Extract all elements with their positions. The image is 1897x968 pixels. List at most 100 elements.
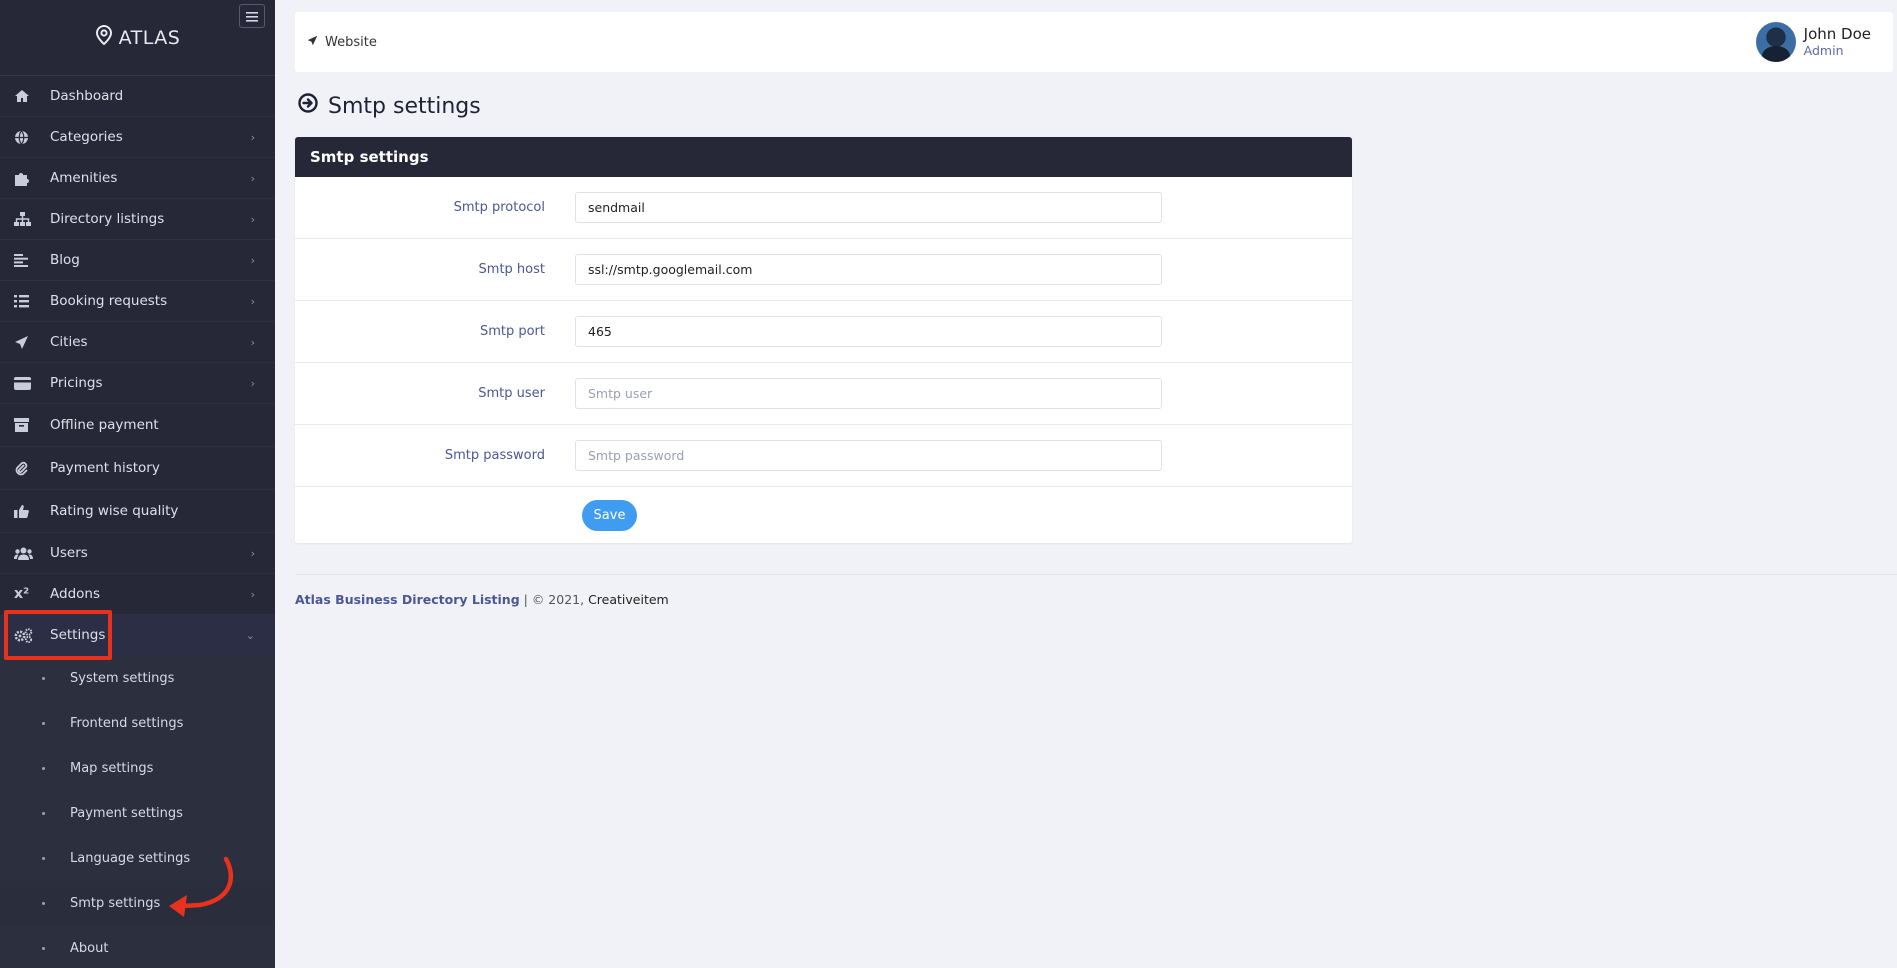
chevron-right-icon: › xyxy=(250,131,255,144)
smtp-password-input[interactable] xyxy=(575,440,1162,471)
sidebar-item-label: Blog xyxy=(50,252,80,268)
sidebar-item-dashboard[interactable]: Dashboard xyxy=(0,76,275,117)
sidebar-item-amenities[interactable]: Amenities › xyxy=(0,158,275,199)
sidebar-item-label: Categories xyxy=(50,129,123,145)
sidebar-item-label: Directory listings xyxy=(50,211,165,227)
smtp-settings-card: Smtp settings Smtp protocol Smtp host Sm… xyxy=(295,137,1352,543)
credit-card-icon xyxy=(14,374,36,392)
sidebar-item-label: Booking requests xyxy=(50,293,168,309)
brand-name: ATLAS xyxy=(118,26,181,49)
archive-icon xyxy=(14,416,36,434)
chevron-right-icon: › xyxy=(250,213,255,226)
thumbs-up-icon xyxy=(14,502,36,520)
smtp-user-input[interactable] xyxy=(575,378,1162,409)
sidebar-toggle-button[interactable] xyxy=(239,4,265,28)
website-link[interactable]: Website xyxy=(307,35,377,50)
chevron-right-icon: › xyxy=(250,336,255,349)
sitemap-icon xyxy=(14,210,36,228)
sidebar-item-label: Settings xyxy=(50,627,106,643)
bullet-icon xyxy=(42,677,45,680)
sidebar-item-offline-payment[interactable]: Offline payment xyxy=(0,404,275,447)
user-role: Admin xyxy=(1803,43,1844,58)
submenu-item-label: Map settings xyxy=(70,761,154,776)
bullet-icon xyxy=(42,947,45,950)
sidebar-item-rating-wise-quality[interactable]: Rating wise quality xyxy=(0,490,275,533)
sidebar-item-label: Addons xyxy=(50,586,100,602)
submenu-item-system-settings[interactable]: System settings xyxy=(0,656,275,701)
smtp-port-label: Smtp port xyxy=(479,324,545,339)
sidebar-item-users[interactable]: Users › xyxy=(0,533,275,574)
avatar xyxy=(1755,22,1796,62)
card-header: Smtp settings xyxy=(295,137,1352,177)
form-row-smtp-user: Smtp user xyxy=(295,363,1352,425)
globe-icon xyxy=(14,128,36,146)
smtp-protocol-input[interactable] xyxy=(575,192,1162,223)
bullet-icon xyxy=(42,722,45,725)
sidebar-item-blog[interactable]: Blog › xyxy=(0,240,275,281)
sidebar-item-label: Payment history xyxy=(50,460,160,476)
user-menu[interactable]: John Doe Admin xyxy=(1755,22,1871,62)
submenu-item-payment-settings[interactable]: Payment settings xyxy=(0,791,275,836)
page-title: Smtp settings xyxy=(298,93,481,119)
form-row-smtp-port: Smtp port xyxy=(295,301,1352,363)
align-left-icon xyxy=(14,251,36,269)
sidebar-item-label: Pricings xyxy=(50,375,103,391)
cogs-icon xyxy=(14,626,36,644)
sidebar-item-directory-listings[interactable]: Directory listings › xyxy=(0,199,275,240)
submenu-item-about[interactable]: About xyxy=(0,926,275,968)
smtp-port-input[interactable] xyxy=(575,316,1162,347)
brand[interactable]: ATLAS xyxy=(0,0,275,76)
footer: Atlas Business Directory Listing | © 202… xyxy=(295,592,669,607)
users-icon xyxy=(14,544,36,562)
sidebar-item-label: Dashboard xyxy=(50,88,124,104)
submenu-item-label: System settings xyxy=(70,671,175,686)
chevron-down-icon: ⌄ xyxy=(245,629,255,642)
sidebar-item-pricings[interactable]: Pricings › xyxy=(0,363,275,404)
bullet-icon xyxy=(42,902,45,905)
footer-brand-link[interactable]: Atlas Business Directory Listing xyxy=(295,592,520,607)
chevron-right-icon: › xyxy=(250,295,255,308)
paperclip-icon xyxy=(14,459,36,477)
map-pin-icon xyxy=(95,24,113,50)
annotation-arrow-icon xyxy=(169,856,234,917)
form-row-smtp-password: Smtp password xyxy=(295,425,1352,487)
smtp-host-label: Smtp host xyxy=(478,262,545,277)
save-button[interactable]: Save xyxy=(582,499,637,531)
submenu-item-frontend-settings[interactable]: Frontend settings xyxy=(0,701,275,746)
paper-plane-icon xyxy=(14,333,36,351)
submenu-item-label: Frontend settings xyxy=(70,716,184,731)
topbar: Website John Doe Admin xyxy=(295,12,1893,72)
sidebar-item-categories[interactable]: Categories › xyxy=(0,117,275,158)
website-link-label: Website xyxy=(325,34,377,50)
sidebar-item-label: Offline payment xyxy=(50,417,159,433)
footer-divider xyxy=(295,574,1897,575)
bullet-icon xyxy=(42,857,45,860)
footer-company-link[interactable]: Creativeitem xyxy=(588,592,669,607)
sidebar-item-cities[interactable]: Cities › xyxy=(0,322,275,363)
form-actions: Save xyxy=(295,487,1352,543)
chevron-right-icon: › xyxy=(250,172,255,185)
form-row-smtp-protocol: Smtp protocol xyxy=(295,177,1352,239)
submenu-item-label: Smtp settings xyxy=(70,896,161,911)
bullet-icon xyxy=(42,767,45,770)
chevron-right-icon: › xyxy=(250,377,255,390)
sidebar: ATLAS Dashboard Categories › Amenities ›… xyxy=(0,0,275,968)
paper-plane-icon xyxy=(307,35,318,50)
chevron-right-icon: › xyxy=(250,588,255,601)
smtp-protocol-label: Smtp protocol xyxy=(453,200,545,215)
smtp-host-input[interactable] xyxy=(575,254,1162,285)
sidebar-item-payment-history[interactable]: Payment history xyxy=(0,447,275,490)
sidebar-item-settings[interactable]: Settings ⌄ xyxy=(0,615,275,656)
menu-icon xyxy=(246,7,258,26)
smtp-password-label: Smtp password xyxy=(444,448,545,463)
submenu-item-label: About xyxy=(70,941,109,956)
sidebar-item-booking-requests[interactable]: Booking requests › xyxy=(0,281,275,322)
submenu-item-map-settings[interactable]: Map settings xyxy=(0,746,275,791)
user-name: John Doe xyxy=(1803,25,1871,43)
bullet-icon xyxy=(42,812,45,815)
chevron-right-icon: › xyxy=(250,547,255,560)
home-icon xyxy=(14,87,36,105)
sidebar-item-label: Users xyxy=(50,545,88,561)
sidebar-item-addons[interactable]: x² Addons › xyxy=(0,574,275,615)
puzzle-icon xyxy=(14,169,36,187)
